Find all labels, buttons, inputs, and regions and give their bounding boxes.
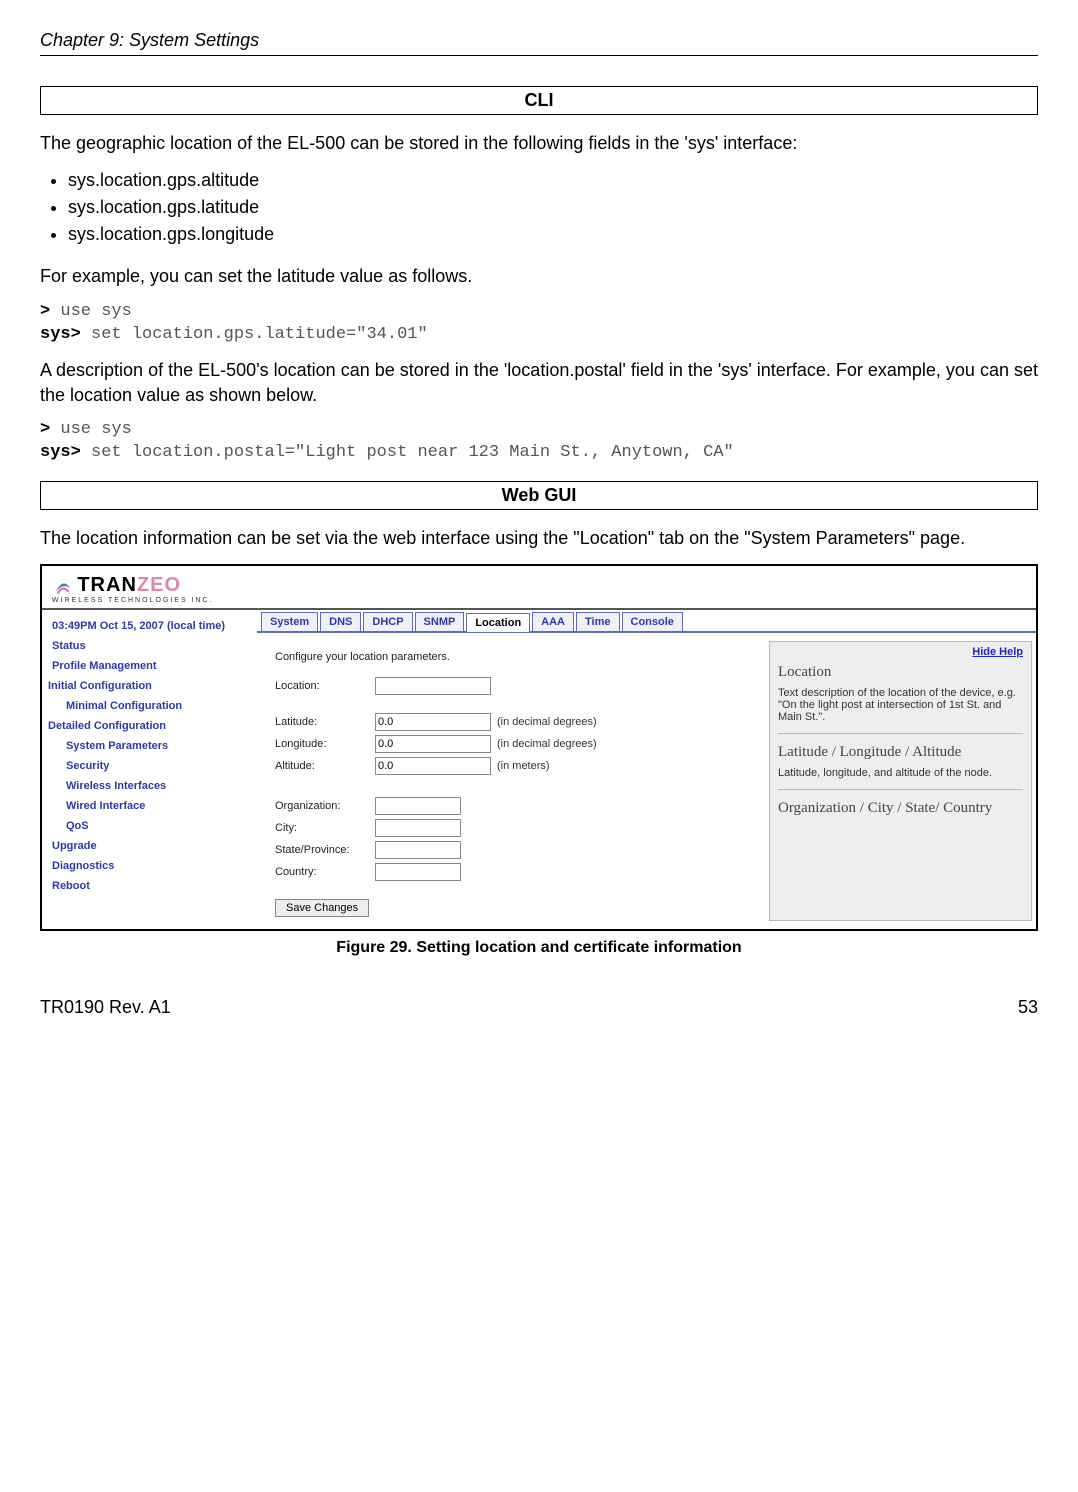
logo-zeo: ZEO: [137, 574, 181, 596]
prompt: >: [40, 302, 50, 321]
sidebar: 03:49PM Oct 15, 2007 (local time) Status…: [42, 610, 257, 929]
form-area: Configure your location parameters. Loca…: [261, 641, 757, 921]
prompt: sys>: [40, 443, 81, 462]
tab-snmp[interactable]: SNMP: [415, 612, 465, 631]
timestamp: 03:49PM Oct 15, 2007 (local time): [42, 616, 257, 636]
state-label: State/Province:: [275, 844, 375, 856]
swirl-icon: [52, 579, 74, 597]
tab-console[interactable]: Console: [622, 612, 683, 631]
latitude-hint: (in decimal degrees): [497, 716, 597, 728]
logo-subtitle: WIRELESS TECHNOLOGIES INC.: [52, 597, 1026, 604]
sidebar-item-status[interactable]: Status: [42, 636, 257, 656]
tab-bar: System DNS DHCP SNMP Location AAA Time C…: [257, 610, 1036, 633]
city-input[interactable]: [375, 819, 461, 837]
divider: [778, 733, 1023, 734]
hide-help-link[interactable]: Hide Help: [778, 646, 1023, 658]
code-example-1: > use sys sys> set location.gps.latitude…: [40, 301, 1038, 347]
page-footer: TR0190 Rev. A1 53: [40, 997, 1038, 1018]
prompt: >: [40, 420, 50, 439]
code-text: set location.gps.latitude="34.01": [81, 325, 428, 344]
footer-left: TR0190 Rev. A1: [40, 997, 171, 1018]
longitude-label: Longitude:: [275, 738, 375, 750]
webgui-intro: The location information can be set via …: [40, 526, 1038, 550]
altitude-input[interactable]: [375, 757, 491, 775]
list-item: sys.location.gps.longitude: [68, 221, 1038, 248]
organization-label: Organization:: [275, 800, 375, 812]
code-text: use sys: [50, 302, 132, 321]
sidebar-item-wireless[interactable]: Wireless Interfaces: [42, 776, 257, 796]
help-text-location: Text description of the location of the …: [778, 687, 1023, 723]
sidebar-item-diagnostics[interactable]: Diagnostics: [42, 856, 257, 876]
longitude-input[interactable]: [375, 735, 491, 753]
tab-location[interactable]: Location: [466, 613, 530, 632]
sidebar-item-reboot[interactable]: Reboot: [42, 876, 257, 896]
state-input[interactable]: [375, 841, 461, 859]
sidebar-item-profile[interactable]: Profile Management: [42, 656, 257, 676]
webgui-heading: Web GUI: [40, 481, 1038, 510]
list-item: sys.location.gps.latitude: [68, 194, 1038, 221]
sidebar-item-sysparams[interactable]: System Parameters: [42, 736, 257, 756]
figure-caption: Figure 29. Setting location and certific…: [40, 939, 1038, 957]
logo-text: TRANZEO: [77, 574, 181, 596]
logo-tran: TRAN: [77, 574, 137, 596]
sidebar-head-detailed: Detailed Configuration: [42, 716, 257, 736]
divider: [778, 789, 1023, 790]
help-heading-org: Organization / City / State/ Country: [778, 800, 1023, 817]
help-text-latlon: Latitude, longitude, and altitude of the…: [778, 767, 1023, 779]
tab-system[interactable]: System: [261, 612, 318, 631]
location-input[interactable]: [375, 677, 491, 695]
sidebar-item-upgrade[interactable]: Upgrade: [42, 836, 257, 856]
altitude-label: Altitude:: [275, 760, 375, 772]
organization-input[interactable]: [375, 797, 461, 815]
logo-area: TRANZEO WIRELESS TECHNOLOGIES INC.: [42, 566, 1036, 610]
cli-intro: The geographic location of the EL-500 ca…: [40, 131, 1038, 155]
sidebar-item-wired[interactable]: Wired Interface: [42, 796, 257, 816]
sidebar-head-initial: Initial Configuration: [42, 676, 257, 696]
prompt: sys>: [40, 325, 81, 344]
code-text: use sys: [50, 420, 132, 439]
tab-dhcp[interactable]: DHCP: [363, 612, 412, 631]
example1-lead: For example, you can set the latitude va…: [40, 264, 1038, 288]
cli-heading: CLI: [40, 86, 1038, 115]
code-text: set location.postal="Light post near 123…: [81, 443, 734, 462]
page-header: Chapter 9: System Settings: [40, 30, 1038, 56]
sidebar-item-qos[interactable]: QoS: [42, 816, 257, 836]
help-heading-latlon: Latitude / Longitude / Altitude: [778, 744, 1023, 761]
webgui-screenshot: TRANZEO WIRELESS TECHNOLOGIES INC. 03:49…: [40, 564, 1038, 931]
page-number: 53: [1018, 997, 1038, 1018]
tab-aaa[interactable]: AAA: [532, 612, 574, 631]
location-label: Location:: [275, 680, 375, 692]
city-label: City:: [275, 822, 375, 834]
cli-mid: A description of the EL-500's location c…: [40, 358, 1038, 407]
latitude-label: Latitude:: [275, 716, 375, 728]
tab-dns[interactable]: DNS: [320, 612, 361, 631]
country-input[interactable]: [375, 863, 461, 881]
sidebar-item-security[interactable]: Security: [42, 756, 257, 776]
country-label: Country:: [275, 866, 375, 878]
help-heading-location: Location: [778, 664, 1023, 681]
cli-field-list: sys.location.gps.altitude sys.location.g…: [68, 167, 1038, 248]
form-intro: Configure your location parameters.: [275, 651, 743, 663]
code-example-2: > use sys sys> set location.postal="Ligh…: [40, 419, 1038, 465]
help-panel: Hide Help Location Text description of t…: [769, 641, 1032, 921]
list-item: sys.location.gps.altitude: [68, 167, 1038, 194]
tab-time[interactable]: Time: [576, 612, 619, 631]
latitude-input[interactable]: [375, 713, 491, 731]
save-changes-button[interactable]: Save Changes: [275, 899, 369, 917]
sidebar-item-minimal[interactable]: Minimal Configuration: [42, 696, 257, 716]
altitude-hint: (in meters): [497, 760, 550, 772]
longitude-hint: (in decimal degrees): [497, 738, 597, 750]
